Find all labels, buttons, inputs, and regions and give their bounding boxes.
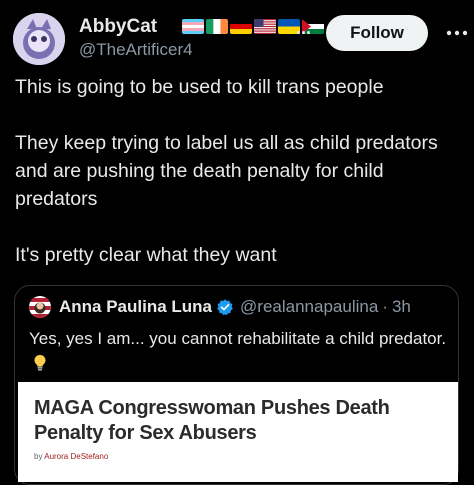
usa-flag-icon: [254, 18, 276, 34]
byline-prefix: by: [34, 452, 43, 461]
more-dots-icon: [446, 30, 468, 36]
tweet-line: They keep trying to label us all as chil…: [15, 132, 438, 210]
quoted-tweet-text: Yes, yes I am... you cannot rehabilitate…: [29, 326, 449, 376]
author-handle[interactable]: @TheArtificer4: [79, 40, 193, 60]
tweet-text: This is going to be used to kill trans p…: [15, 73, 465, 269]
byline-author: Aurora DeStefano: [44, 452, 109, 461]
avatar-art-icon: [13, 13, 65, 65]
name-overflow-ellipsis: ...: [296, 18, 312, 38]
quoted-separator: ·: [382, 297, 388, 316]
article-headline: MAGA Congresswoman Pushes Death Penalty …: [34, 397, 390, 444]
quoted-text-body: Yes, yes I am... you cannot rehabilitate…: [29, 329, 447, 348]
author-display-name[interactable]: AbbyCat: [79, 16, 157, 38]
quoted-handle[interactable]: @realannapaulina: [240, 297, 378, 317]
quoted-tweet-header: Anna Paulina Luna @realannapaulina · 3h: [29, 296, 411, 318]
follow-button[interactable]: Follow: [326, 15, 428, 51]
quoted-avatar[interactable]: [29, 296, 51, 318]
avatar[interactable]: [13, 13, 65, 65]
light-bulb-icon: [34, 355, 46, 371]
article-byline: by Aurora DeStefano: [34, 452, 108, 461]
quoted-avatar-icon: [29, 296, 51, 318]
quoted-display-name[interactable]: Anna Paulina Luna: [59, 297, 212, 317]
ireland-flag-icon: [206, 18, 228, 34]
germany-flag-icon: [230, 18, 252, 34]
transgender-flag-icon: [182, 18, 204, 34]
verified-badge-icon: [217, 299, 233, 316]
tweet-line: It's pretty clear what they want: [15, 244, 277, 266]
more-options-button[interactable]: [444, 21, 470, 45]
article-preview-image[interactable]: MAGA Congresswoman Pushes Death Penalty …: [18, 382, 458, 482]
quoted-timestamp[interactable]: 3h: [392, 297, 411, 317]
tweet-line: This is going to be used to kill trans p…: [15, 76, 384, 98]
